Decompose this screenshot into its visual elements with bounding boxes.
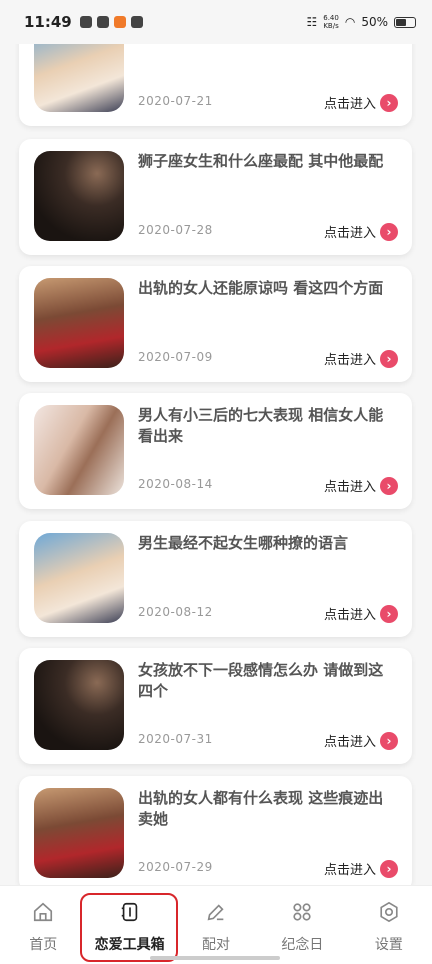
app-notification-icon: [96, 16, 109, 28]
enter-button[interactable]: 点击进入 ›: [324, 859, 398, 878]
tab-label: 配对: [202, 937, 231, 953]
article-card[interactable]: 出轨的女人都有什么表现 这些痕迹出卖她 2020-07-29 点击进入 ›: [19, 776, 412, 892]
enter-label: 点击进入: [323, 97, 376, 112]
article-date: 2020-08-14: [138, 477, 213, 491]
chevron-right-icon: ›: [380, 349, 398, 368]
tab-settings[interactable]: 设置: [346, 886, 432, 964]
article-card[interactable]: 狮子座女生和什么座最配 其中他最配 2020-07-28 点击进入 ›: [19, 139, 412, 255]
speed-unit: KB/s: [323, 22, 339, 30]
wifi-icon: ◠: [344, 15, 356, 29]
enter-button[interactable]: 点击进入 ›: [324, 731, 398, 750]
status-time: 11:49: [24, 13, 72, 31]
bottom-nav: 首页 恋爱工具箱 配对 纪念日 设置: [0, 885, 432, 964]
app-notification-icon: [79, 16, 92, 28]
article-title: 出轨的女人还能原谅吗 看这四个方面: [138, 279, 384, 297]
enter-label: 点击进入: [323, 863, 376, 878]
home-icon: [31, 900, 55, 924]
enter-button[interactable]: 点击进入 ›: [324, 93, 398, 112]
article-title: 男生最经不起女生哪种撩的语言: [138, 534, 349, 552]
enter-button[interactable]: 点击进入 ›: [324, 222, 398, 241]
article-thumbnail: [34, 278, 124, 368]
speed-value: 6.40: [323, 14, 339, 22]
status-right: ☷ 6.40 KB/s ◠ 50%: [306, 14, 416, 30]
article-title: 女孩放不下一段感情怎么办 请做到这四个: [138, 661, 384, 700]
article-card[interactable]: 男人有小三后的七大表现 相信女人能看出来 2020-08-14 点击进入 ›: [19, 393, 412, 509]
article-date: 2020-07-21: [138, 94, 213, 108]
tab-label: 设置: [374, 937, 403, 953]
chevron-right-icon: ›: [380, 604, 398, 623]
pencil-icon: [204, 900, 228, 924]
tab-anniversary[interactable]: 纪念日: [259, 886, 345, 964]
article-card[interactable]: 男生最经不起女生哪种撩的语言 2020-08-12 点击进入 ›: [19, 521, 412, 637]
enter-button[interactable]: 点击进入 ›: [324, 476, 398, 495]
enter-label: 点击进入: [323, 735, 376, 750]
article-date: 2020-07-28: [138, 223, 213, 237]
tab-label: 纪念日: [281, 937, 324, 953]
notification-icons: [79, 16, 143, 28]
app-notification-icon: [113, 16, 126, 28]
chevron-right-icon: ›: [380, 222, 398, 241]
article-thumbnail: [34, 660, 124, 750]
settings-icon: [377, 900, 401, 924]
vibrate-icon: ☷: [306, 15, 318, 29]
article-date: 2020-07-09: [138, 350, 213, 364]
article-thumbnail: [34, 533, 124, 623]
article-date: 2020-08-12: [138, 605, 213, 619]
enter-label: 点击进入: [323, 608, 376, 623]
chevron-right-icon: ›: [380, 93, 398, 112]
chevron-right-icon: ›: [380, 731, 398, 750]
article-title: 出轨的女人都有什么表现 这些痕迹出卖她: [138, 789, 384, 828]
chevron-right-icon: ›: [380, 859, 398, 878]
article-date: 2020-07-31: [138, 732, 213, 746]
enter-label: 点击进入: [323, 353, 376, 368]
tab-home[interactable]: 首页: [0, 886, 86, 964]
article-thumbnail: [34, 788, 124, 878]
enter-label: 点击进入: [323, 480, 376, 495]
network-speed: 6.40 KB/s: [323, 14, 339, 30]
article-card[interactable]: 出轨的女人还能原谅吗 看这四个方面 2020-07-09 点击进入 ›: [19, 266, 412, 382]
enter-button[interactable]: 点击进入 ›: [324, 349, 398, 368]
enter-button[interactable]: 点击进入 ›: [324, 604, 398, 623]
battery-percent: 50%: [361, 15, 388, 29]
battery-icon: [394, 16, 416, 28]
article-title: 男人有小三后的七大表现 相信女人能看出来: [138, 406, 384, 445]
chevron-right-icon: ›: [380, 476, 398, 495]
active-tab-highlight: [80, 893, 178, 962]
app-notification-icon: [130, 16, 143, 28]
article-date: 2020-07-29: [138, 860, 213, 874]
article-card[interactable]: 女孩放不下一段感情怎么办 请做到这四个 2020-07-31 点击进入 ›: [19, 648, 412, 764]
article-thumbnail: [34, 151, 124, 241]
tab-match[interactable]: 配对: [173, 886, 259, 964]
enter-label: 点击进入: [323, 226, 376, 241]
tab-label: 首页: [29, 937, 58, 953]
status-bar: 11:49 ☷ 6.40 KB/s ◠ 50%: [0, 0, 432, 44]
article-title: 狮子座女生和什么座最配 其中他最配: [138, 152, 384, 170]
article-thumbnail: [34, 405, 124, 495]
grid-icon: [290, 900, 314, 924]
home-indicator: [150, 956, 280, 960]
